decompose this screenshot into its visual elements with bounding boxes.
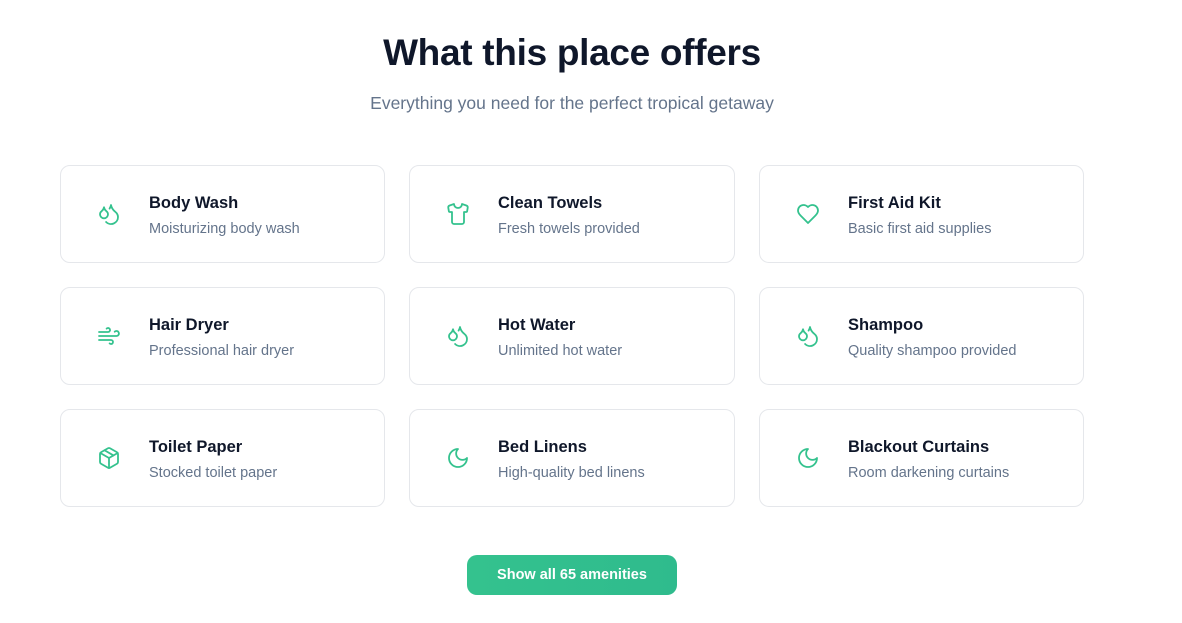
droplets-icon — [97, 202, 121, 226]
amenity-card-hot-water: Hot Water Unlimited hot water — [409, 287, 735, 385]
wind-icon — [97, 324, 121, 348]
amenity-description: Professional hair dryer — [149, 343, 295, 359]
amenity-card-clean-towels: Clean Towels Fresh towels provided — [409, 165, 735, 263]
section-title: What this place offers — [383, 32, 761, 73]
amenity-description: Quality shampoo provided — [848, 343, 1017, 359]
amenity-card-bed-linens: Bed Linens High-quality bed linens — [409, 409, 735, 507]
amenity-name: Hair Dryer — [149, 316, 229, 334]
amenity-name: Blackout Curtains — [848, 438, 990, 456]
amenity-card-toilet-paper: Toilet Paper Stocked toilet paper — [60, 409, 385, 507]
amenity-name: Shampoo — [848, 316, 924, 334]
amenity-description: Room darkening curtains — [848, 465, 1010, 481]
amenities-grid: Body Wash Moisturizing body wash Clean T… — [60, 165, 1084, 507]
amenity-description: Stocked toilet paper — [149, 465, 278, 481]
amenity-card-first-aid-kit: First Aid Kit Basic first aid supplies — [759, 165, 1084, 263]
amenity-name: Clean Towels — [498, 194, 603, 212]
amenity-name: Body Wash — [149, 194, 239, 212]
droplets-icon — [796, 324, 820, 348]
heart-icon — [796, 202, 820, 226]
moon-icon — [796, 446, 820, 470]
amenity-description: Unlimited hot water — [498, 343, 623, 359]
amenity-card-body-wash: Body Wash Moisturizing body wash — [60, 165, 385, 263]
amenity-name: First Aid Kit — [848, 194, 941, 212]
droplets-icon — [446, 324, 470, 348]
amenity-card-blackout-curtains: Blackout Curtains Room darkening curtain… — [759, 409, 1084, 507]
amenity-description: Basic first aid supplies — [848, 221, 992, 237]
amenity-description: High-quality bed linens — [498, 465, 645, 481]
section-subtitle: Everything you need for the perfect trop… — [370, 93, 774, 113]
amenity-name: Bed Linens — [498, 438, 587, 456]
amenity-card-hair-dryer: Hair Dryer Professional hair dryer — [60, 287, 385, 385]
amenity-card-shampoo: Shampoo Quality shampoo provided — [759, 287, 1084, 385]
amenity-description: Moisturizing body wash — [149, 221, 300, 237]
amenities-section: What this place offers Everything you ne… — [0, 0, 1182, 623]
moon-icon — [446, 446, 470, 470]
package-icon — [97, 446, 121, 470]
amenity-description: Fresh towels provided — [498, 221, 640, 237]
amenity-name: Hot Water — [498, 316, 576, 334]
amenity-name: Toilet Paper — [149, 438, 243, 456]
shirt-icon — [446, 202, 470, 226]
show-all-amenities-button[interactable]: Show all 65 amenities — [467, 555, 677, 595]
